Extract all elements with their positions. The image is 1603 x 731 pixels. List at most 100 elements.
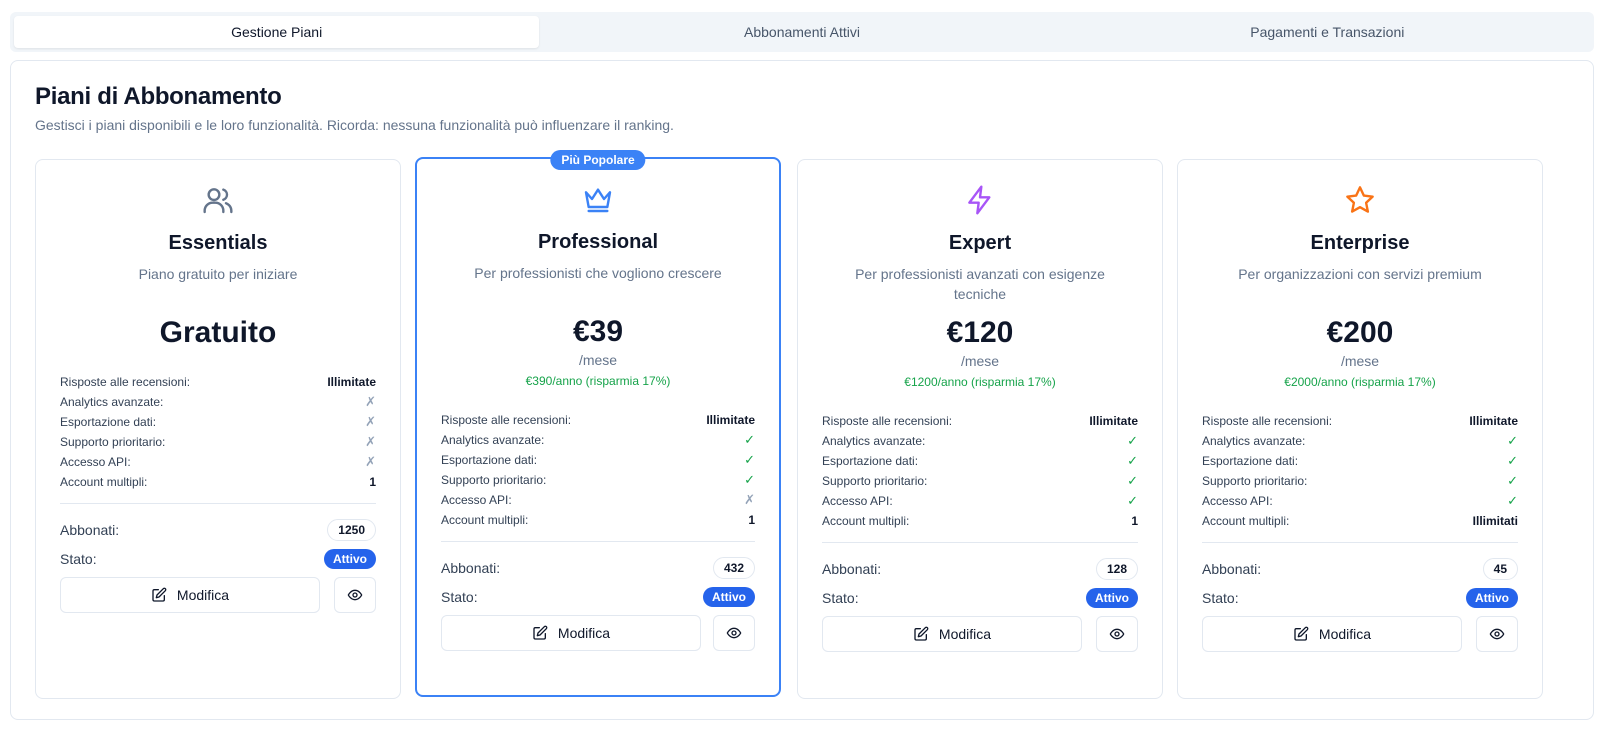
feature-row: Account multipli: 1 <box>441 510 755 530</box>
status-badge: Attivo <box>1466 587 1518 608</box>
plan-card: Enterprise Per organizzazioni con servizi… <box>1177 159 1543 699</box>
feature-value: Illimitate <box>1469 414 1518 428</box>
feature-label: Risposte alle recensioni: <box>822 414 953 428</box>
feature-row: Supporto prioritario: ✗ <box>60 432 376 452</box>
status-row: Stato: Attivo <box>1202 586 1518 610</box>
check-icon: ✓ <box>1507 453 1518 468</box>
plan-card: Essentials Piano gratuito per iniziare Gra… <box>35 159 401 699</box>
feature-label: Account multipli: <box>60 475 148 489</box>
tab-abbonamenti-attivi[interactable]: Abbonamenti Attivi <box>539 16 1064 48</box>
plan-period: /mese <box>1340 353 1380 369</box>
feature-row: Supporto prioritario: ✓ <box>822 471 1138 491</box>
feature-row: Supporto prioritario: ✓ <box>1202 471 1518 491</box>
feature-label: Accesso API: <box>60 455 131 469</box>
feature-value: Illimitate <box>327 375 376 389</box>
feature-label: Supporto prioritario: <box>60 435 166 449</box>
check-icon: ✓ <box>1507 493 1518 508</box>
status-label: Stato: <box>441 588 478 605</box>
edit-plan-button[interactable]: Modifica <box>822 615 1082 652</box>
feature-value: 1 <box>369 475 376 489</box>
view-plan-button[interactable] <box>334 576 376 613</box>
star-icon <box>1344 184 1376 216</box>
cross-icon: ✗ <box>365 454 376 469</box>
view-plan-button[interactable] <box>1476 615 1518 652</box>
edit-icon <box>532 625 548 641</box>
plan-description: Per organizzazioni con servizi premium <box>1238 266 1482 282</box>
plan-price: Gratuito <box>159 316 277 349</box>
subscribers-count: 1250 <box>327 518 376 541</box>
page-title: Piani di Abbonamento <box>35 83 282 110</box>
plan-name: Professional <box>537 231 659 253</box>
subscribers-row: Abbonati: 432 <box>441 556 755 580</box>
status-badge: Attivo <box>324 548 376 569</box>
subscribers-row: Abbonati: 45 <box>1202 557 1518 581</box>
feature-row: Esportazione dati: ✓ <box>1202 451 1518 471</box>
subscribers-count: 45 <box>1482 557 1518 580</box>
subscribers-label: Abbonati: <box>1202 560 1262 577</box>
feature-label: Supporto prioritario: <box>1202 474 1308 488</box>
feature-value: 1 <box>1131 514 1138 528</box>
plan-price: €200 <box>1326 316 1394 349</box>
cross-icon: ✗ <box>365 394 376 409</box>
edit-button-label: Modifica <box>1318 625 1372 642</box>
feature-value: 1 <box>748 513 755 527</box>
eye-icon <box>726 625 742 641</box>
feature-row: Risposte alle recensioni: Illimitate <box>60 372 376 392</box>
status-label: Stato: <box>1202 589 1239 606</box>
status-row: Stato: Attivo <box>60 547 376 571</box>
check-icon: ✓ <box>744 472 755 487</box>
feature-list: Risposte alle recensioni: Illimitate Ana… <box>822 411 1138 531</box>
feature-label: Analytics avanzate: <box>60 395 164 409</box>
check-icon: ✓ <box>1127 453 1138 468</box>
edit-icon <box>151 587 167 603</box>
plan-description: Per professionisti che vogliono crescere <box>474 265 722 281</box>
plan-price: €120 <box>946 316 1014 349</box>
popular-badge: Più Popolare <box>550 150 646 170</box>
view-plan-button[interactable] <box>713 614 755 651</box>
feature-list: Risposte alle recensioni: Illimitate Ana… <box>60 372 376 492</box>
check-icon: ✓ <box>744 452 755 467</box>
cross-icon: ✗ <box>365 434 376 449</box>
feature-label: Accesso API: <box>1202 494 1273 508</box>
check-icon: ✓ <box>1507 433 1518 448</box>
plan-yearly-price: €390/anno (risparmia 17%) <box>525 374 671 388</box>
feature-list: Risposte alle recensioni: Illimitate Ana… <box>441 410 755 530</box>
feature-label: Risposte alle recensioni: <box>60 375 191 389</box>
view-plan-button[interactable] <box>1096 615 1138 652</box>
check-icon: ✓ <box>1507 473 1518 488</box>
feature-label: Esportazione dati: <box>60 415 157 429</box>
edit-button-label: Modifica <box>938 625 992 642</box>
subscribers-count: 128 <box>1095 557 1138 580</box>
edit-plan-button[interactable]: Modifica <box>60 576 320 613</box>
check-icon: ✓ <box>1127 433 1138 448</box>
divider <box>441 540 755 542</box>
feature-value: Illimitate <box>1089 414 1138 428</box>
plan-name: Expert <box>948 232 1012 254</box>
status-label: Stato: <box>60 550 97 567</box>
edit-plan-button[interactable]: Modifica <box>1202 615 1462 652</box>
feature-row: Analytics avanzate: ✓ <box>1202 431 1518 451</box>
feature-label: Risposte alle recensioni: <box>1202 414 1333 428</box>
feature-row: Supporto prioritario: ✓ <box>441 470 755 490</box>
tab-pagamenti-transazioni[interactable]: Pagamenti e Transazioni <box>1065 16 1590 48</box>
subscribers-label: Abbonati: <box>822 560 882 577</box>
feature-label: Analytics avanzate: <box>441 433 545 447</box>
plan-name: Enterprise <box>1310 232 1410 254</box>
feature-label: Esportazione dati: <box>822 454 919 468</box>
status-row: Stato: Attivo <box>822 586 1138 610</box>
feature-row: Risposte alle recensioni: Illimitate <box>822 411 1138 431</box>
tab-gestione-piani[interactable]: Gestione Piani <box>14 16 540 48</box>
divider <box>822 541 1138 543</box>
feature-row: Analytics avanzate: ✗ <box>60 392 376 412</box>
feature-label: Account multipli: <box>441 513 529 527</box>
edit-plan-button[interactable]: Modifica <box>441 614 701 651</box>
cross-icon: ✗ <box>744 492 755 507</box>
check-icon: ✓ <box>1127 473 1138 488</box>
plan-period: /mese <box>578 352 618 368</box>
plan-card: Più Popolare Professional Per professionis… <box>415 150 781 697</box>
lightning-icon <box>964 184 996 216</box>
cross-icon: ✗ <box>365 414 376 429</box>
edit-button-label: Modifica <box>176 586 230 603</box>
subscribers-label: Abbonati: <box>441 559 501 576</box>
subscribers-count: 432 <box>712 556 755 579</box>
